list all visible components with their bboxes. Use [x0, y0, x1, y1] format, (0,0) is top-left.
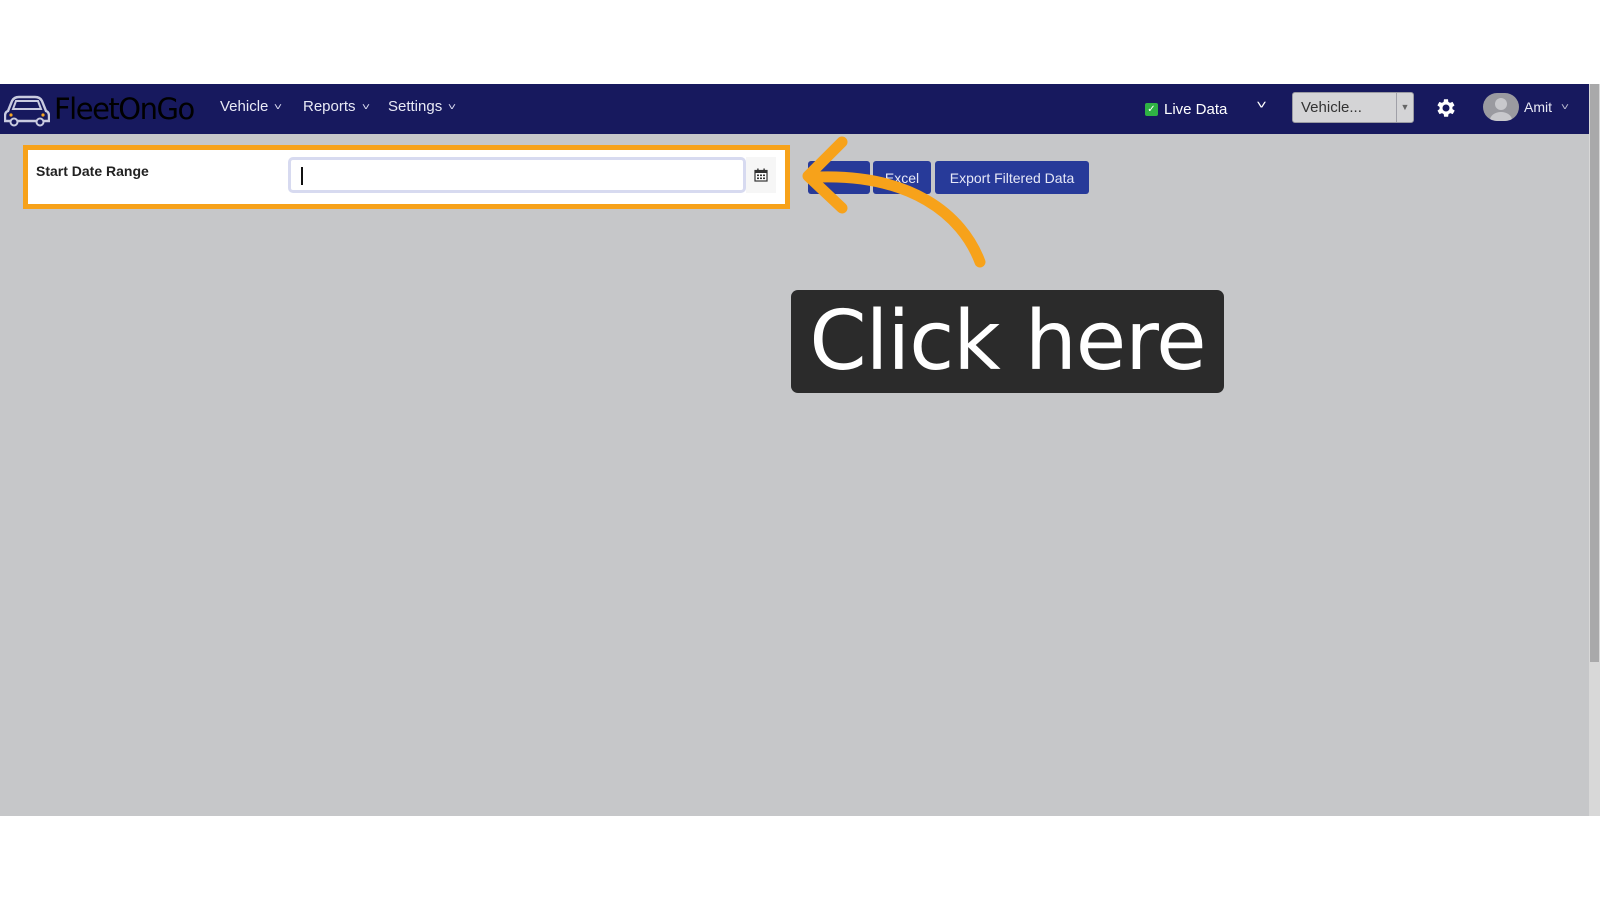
- settings-button[interactable]: [1434, 96, 1458, 120]
- click-here-callout: Click here: [791, 290, 1224, 393]
- calendar-button[interactable]: [746, 157, 776, 193]
- calendar-icon: [754, 168, 768, 182]
- avatar: [1483, 93, 1519, 121]
- start-date-label: Start Date Range: [36, 163, 149, 179]
- nav-menu-vehicle-label: Vehicle: [220, 98, 269, 115]
- car-logo-icon: [4, 95, 50, 127]
- vehicle-select-value: Vehicle...: [1301, 99, 1362, 116]
- nav-menu-reports[interactable]: Reports ˅: [303, 98, 370, 115]
- vertical-scrollbar[interactable]: [1589, 84, 1600, 816]
- app-window: FleetOnGo Vehicle ˅ Reports ˅ Settings ˅…: [0, 84, 1600, 816]
- curved-arrow-annotation: [802, 136, 986, 268]
- nav-menu-settings[interactable]: Settings ˅: [388, 98, 457, 115]
- dropdown-arrow-icon[interactable]: ▼: [1396, 93, 1413, 122]
- live-data-label: Live Data: [1164, 101, 1228, 118]
- nav-menu-settings-label: Settings: [388, 98, 443, 115]
- checkbox-checked-icon[interactable]: ✓: [1145, 103, 1158, 116]
- live-data-toggle[interactable]: ✓ Live Data: [1145, 101, 1227, 118]
- top-navbar: FleetOnGo Vehicle ˅ Reports ˅ Settings ˅…: [0, 84, 1589, 134]
- chevron-down-icon: ˅: [361, 101, 370, 113]
- user-silhouette-icon: [1490, 98, 1512, 121]
- user-menu[interactable]: Amit ˅: [1483, 93, 1570, 121]
- text-caret: [301, 167, 303, 185]
- live-data-chevron-down-icon[interactable]: ˅: [1256, 98, 1267, 112]
- brand-name: FleetOnGo: [54, 91, 195, 126]
- nav-menu-vehicle[interactable]: Vehicle ˅: [220, 98, 283, 115]
- chevron-down-icon: ˅: [448, 101, 457, 113]
- start-date-input[interactable]: [288, 157, 746, 193]
- user-name: Amit: [1524, 99, 1552, 115]
- nav-menu-reports-label: Reports: [303, 98, 356, 115]
- brand-logo[interactable]: FleetOnGo: [4, 88, 195, 130]
- gear-icon: [1437, 99, 1455, 117]
- chevron-down-icon: ˅: [274, 101, 283, 113]
- scrollbar-thumb[interactable]: [1590, 84, 1599, 662]
- start-date-filter-highlight: Start Date Range: [23, 145, 790, 209]
- vehicle-select[interactable]: Vehicle... ▼: [1292, 92, 1414, 123]
- chevron-down-icon: ˅: [1560, 101, 1570, 113]
